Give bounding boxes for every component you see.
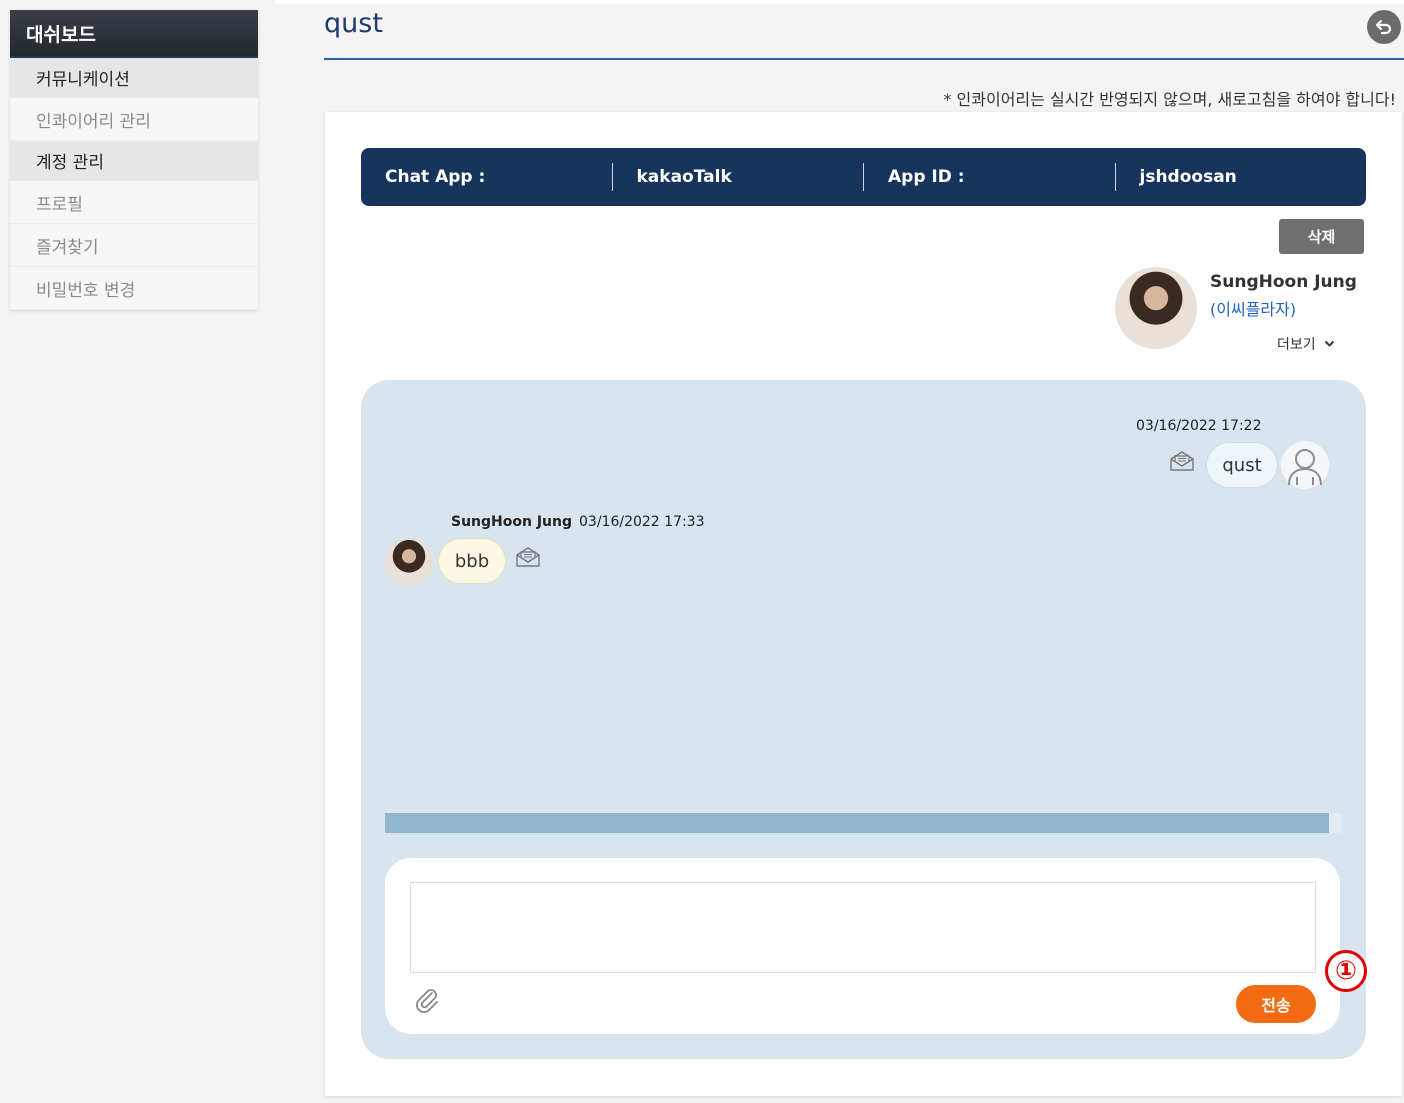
message-composer: 전송: [385, 858, 1340, 1034]
user-icon: [1281, 441, 1329, 489]
delete-button[interactable]: 삭제: [1279, 219, 1364, 254]
chat-app-label: Chat App :: [385, 167, 486, 187]
refresh-notice: * 인콰이어리는 실시간 반영되지 않으며, 새로고침을 하여야 합니다!: [943, 90, 1396, 109]
app-id-value: jshdoosan: [1114, 163, 1367, 191]
chat-app-value: kakaoTalk: [611, 163, 864, 191]
message-bubble-outgoing: qust: [1206, 442, 1278, 488]
sidebar-section-account-management[interactable]: 계정 관리: [10, 141, 258, 181]
message-input[interactable]: [410, 882, 1316, 973]
message-timestamp: 03/16/2022 17:33: [579, 514, 705, 530]
sender-avatar: [385, 538, 433, 586]
message-bubble-incoming: bbb: [438, 538, 506, 584]
send-button[interactable]: 전송: [1236, 985, 1316, 1023]
contact-avatar: [1115, 267, 1197, 349]
sidebar-item-favorites[interactable]: 즐겨찾기: [10, 224, 258, 267]
top-strip: [275, 0, 1404, 4]
paperclip-icon[interactable]: [413, 986, 443, 1016]
page-title: qust: [324, 8, 383, 39]
chat-info-bar: Chat App : kakaoTalk App ID : jshdoosan: [361, 148, 1366, 206]
envelope-open-icon: [1170, 451, 1194, 471]
message-sender-name: SungHoon Jung: [451, 514, 572, 530]
undo-icon: [1375, 19, 1392, 35]
contact-name: SungHoon Jung: [1210, 272, 1357, 292]
more-toggle[interactable]: 더보기: [1277, 334, 1335, 354]
app-id-label: App ID :: [863, 163, 1115, 191]
scrollbar-thumb[interactable]: [385, 813, 1329, 833]
chevron-down-icon: [1324, 340, 1334, 347]
message-timestamp: 03/16/2022 17:22: [1136, 418, 1262, 434]
sidebar-item-profile[interactable]: 프로필: [10, 181, 258, 224]
inquiry-card: Chat App : kakaoTalk App ID : jshdoosan …: [325, 112, 1402, 1096]
sidebar-item-change-password[interactable]: 비밀번호 변경: [10, 267, 258, 310]
title-divider: [324, 58, 1404, 60]
sidebar-title[interactable]: 대쉬보드: [10, 10, 258, 58]
back-button[interactable]: [1367, 10, 1401, 44]
sidebar-item-inquiry-management[interactable]: 인콰이어리 관리: [10, 98, 258, 141]
annotation-marker: ①: [1325, 950, 1367, 992]
more-label: 더보기: [1277, 337, 1316, 353]
contact-company[interactable]: (이씨플라자): [1210, 296, 1296, 320]
sidebar-section-communication[interactable]: 커뮤니케이션: [10, 58, 258, 98]
sidebar: 대쉬보드 커뮤니케이션 인콰이어리 관리 계정 관리 프로필 즐겨찾기 비밀번호…: [10, 10, 258, 310]
chat-history-panel[interactable]: 03/16/2022 17:22 qust SungHoon Jung 03/1…: [361, 380, 1366, 1059]
chat-horizontal-scrollbar[interactable]: [385, 813, 1341, 833]
envelope-open-icon: [516, 547, 540, 567]
